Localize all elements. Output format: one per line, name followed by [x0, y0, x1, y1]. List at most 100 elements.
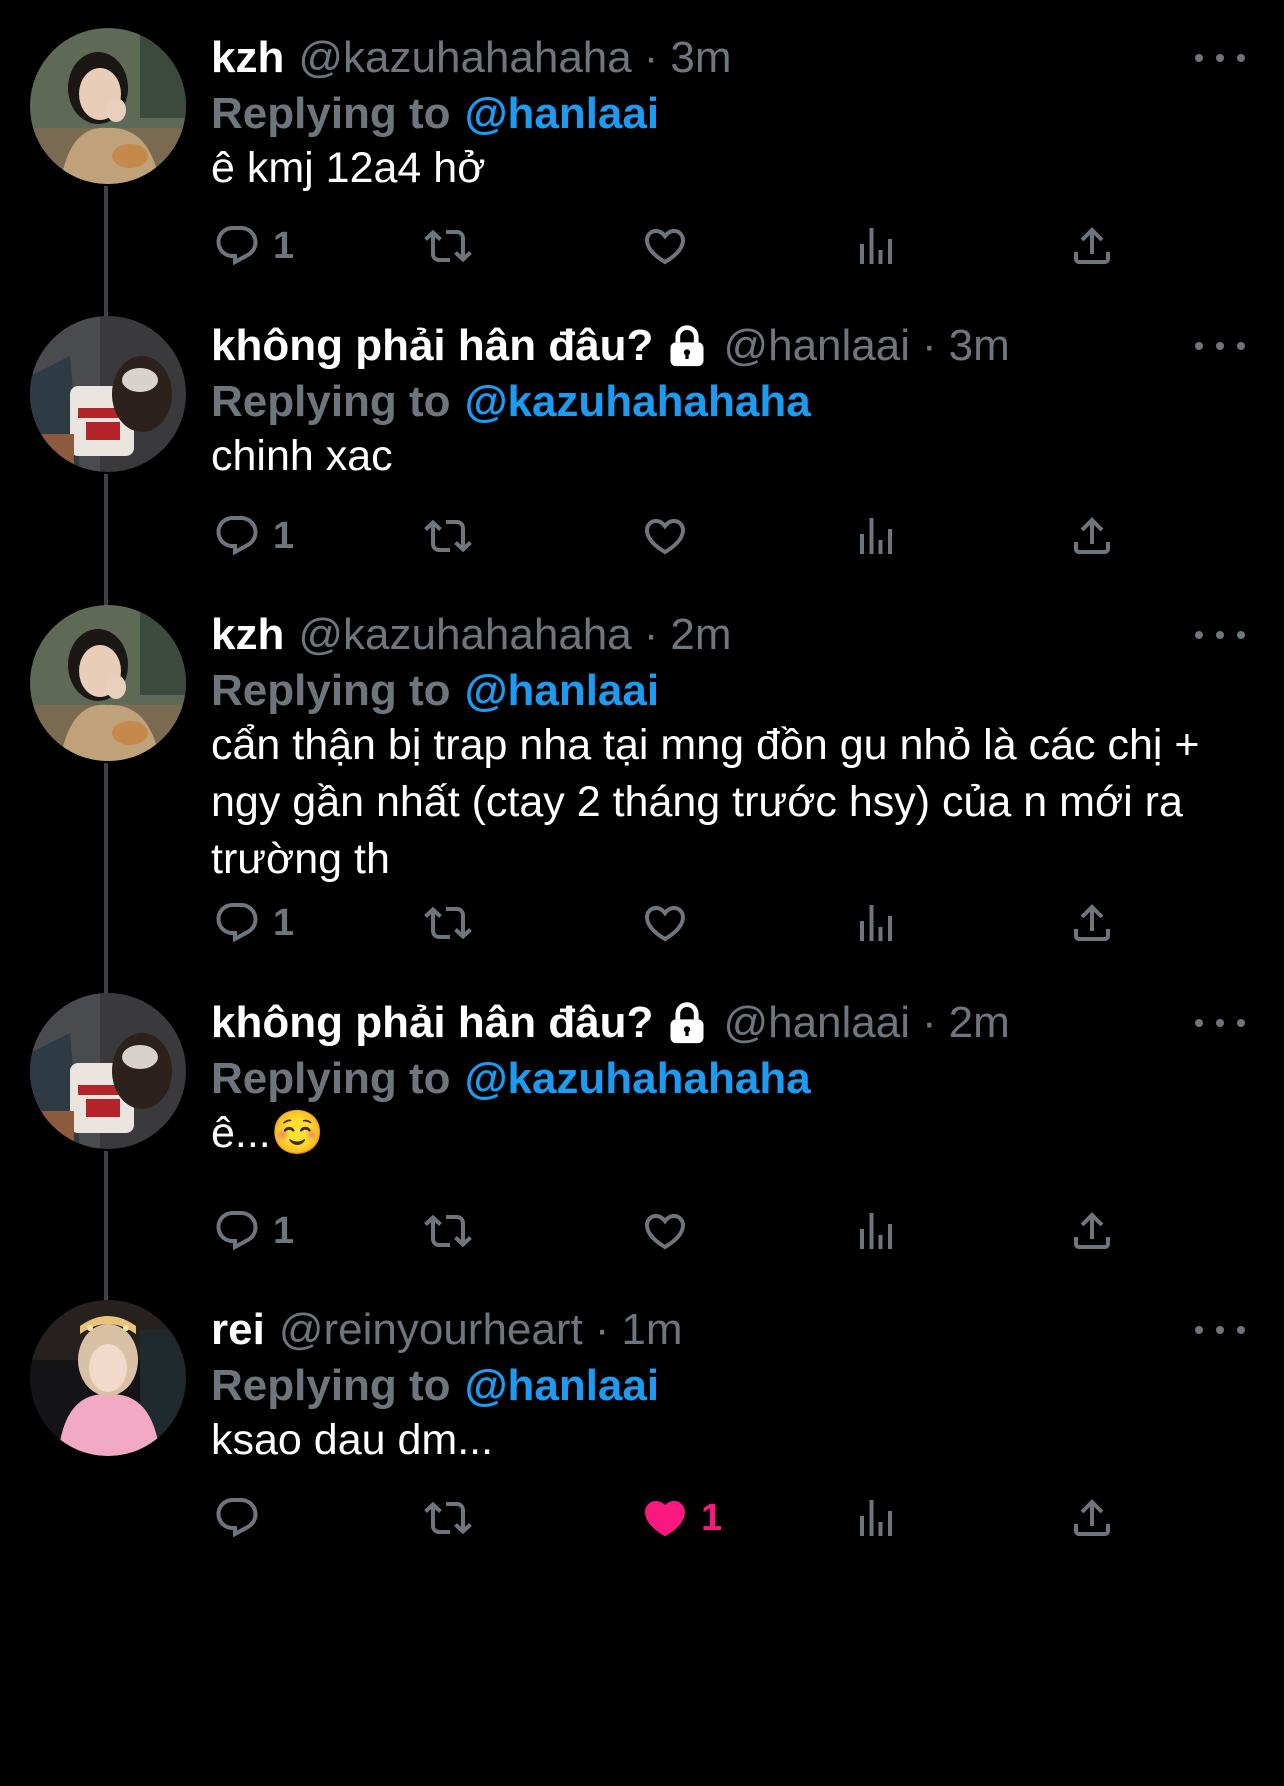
reply-count: 1 [273, 514, 295, 557]
replying-to-line: Replying to @kazuhahahaha [211, 372, 811, 432]
like-button[interactable] [641, 895, 701, 951]
share-button[interactable] [1068, 508, 1116, 564]
like-icon [641, 899, 689, 947]
share-icon [1068, 1494, 1116, 1542]
display-name[interactable]: rei [211, 1305, 265, 1355]
more-icon[interactable] [1195, 326, 1245, 366]
like-count: 1 [701, 1496, 723, 1539]
share-button[interactable] [1068, 218, 1116, 274]
thread-connector-line [104, 763, 108, 1022]
like-icon [641, 1207, 689, 1255]
views-icon [852, 222, 900, 270]
views-button[interactable] [852, 895, 900, 951]
views-icon [852, 1494, 900, 1542]
user-handle[interactable]: @reinyourheart [279, 1305, 583, 1355]
share-icon [1068, 222, 1116, 270]
display-name[interactable]: không phải hân đâu? [211, 998, 653, 1048]
retweet-icon [424, 1494, 472, 1542]
user-handle[interactable]: @hanlaai [723, 321, 910, 371]
reply-button[interactable] [213, 1490, 273, 1546]
avatar[interactable] [30, 316, 186, 472]
mention-link[interactable]: @kazuhahahaha [465, 1054, 811, 1104]
display-name[interactable]: kzh [211, 610, 284, 660]
like-icon [641, 512, 689, 560]
avatar[interactable] [30, 28, 186, 184]
views-icon [852, 512, 900, 560]
separator-dot: · [922, 321, 937, 370]
retweet-icon [424, 1207, 472, 1255]
replying-to-label: Replying to [211, 666, 451, 715]
reply-button[interactable]: 1 [213, 218, 294, 274]
tweet-header: kzh @kazuhahahaha · 2m [211, 605, 732, 665]
replying-to-label: Replying to [211, 1054, 451, 1103]
share-button[interactable] [1068, 895, 1116, 951]
share-button[interactable] [1068, 1203, 1116, 1259]
replying-to-line: Replying to @hanlaai [211, 1356, 659, 1416]
retweet-button[interactable] [424, 1490, 472, 1546]
lock-icon [665, 1001, 709, 1045]
more-icon[interactable] [1195, 615, 1245, 655]
action-bar: 1 [211, 508, 1171, 564]
views-button[interactable] [852, 218, 900, 274]
reply-button[interactable]: 1 [213, 895, 294, 951]
reply-button[interactable]: 1 [213, 508, 294, 564]
share-icon [1068, 1207, 1116, 1255]
replying-to-line: Replying to @hanlaai [211, 661, 659, 721]
lock-icon [665, 324, 709, 368]
reply-button[interactable]: 1 [213, 1203, 294, 1259]
share-icon [1068, 899, 1116, 947]
retweet-button[interactable] [424, 895, 472, 951]
like-button[interactable]: 1 [641, 1490, 722, 1546]
retweet-icon [424, 512, 472, 560]
timestamp[interactable]: 3m [670, 33, 731, 83]
reply-thread: kzh @kazuhahahaha · 3m Replying to @hanl… [0, 0, 1284, 1786]
replying-to-label: Replying to [211, 1361, 451, 1410]
reply-icon [213, 222, 261, 270]
avatar[interactable] [30, 993, 186, 1149]
user-handle[interactable]: @hanlaai [723, 998, 910, 1048]
share-button[interactable] [1068, 1490, 1116, 1546]
more-icon[interactable] [1195, 38, 1245, 78]
separator-dot: · [594, 1305, 610, 1354]
reply-count: 1 [273, 224, 295, 267]
views-button[interactable] [852, 508, 900, 564]
user-handle[interactable]: @kazuhahahaha [298, 610, 631, 660]
display-name[interactable]: không phải hân đâu? [211, 321, 653, 371]
reply-icon [213, 1494, 261, 1542]
replying-to-label: Replying to [211, 377, 451, 426]
tweet-text: chinh xac [211, 432, 393, 480]
replying-to-label: Replying to [211, 89, 451, 138]
reply-icon [213, 512, 261, 560]
timestamp[interactable]: 2m [949, 998, 1010, 1048]
action-bar: 1 [211, 895, 1171, 951]
action-bar: 1 [211, 1203, 1171, 1259]
avatar[interactable] [30, 1300, 186, 1456]
timestamp[interactable]: 3m [949, 321, 1010, 371]
views-button[interactable] [852, 1203, 900, 1259]
separator-dot: · [922, 998, 937, 1047]
more-icon[interactable] [1195, 1003, 1245, 1043]
timestamp[interactable]: 1m [621, 1305, 682, 1355]
timestamp[interactable]: 2m [670, 610, 731, 660]
display-name[interactable]: kzh [211, 33, 284, 83]
mention-link[interactable]: @hanlaai [465, 89, 660, 139]
reply-count: 1 [273, 1209, 295, 1252]
more-icon[interactable] [1195, 1310, 1245, 1350]
mention-link[interactable]: @hanlaai [465, 666, 660, 716]
views-button[interactable] [852, 1490, 900, 1546]
tweet-header: không phải hân đâu? @hanlaai · 3m [211, 316, 1010, 376]
retweet-button[interactable] [424, 508, 472, 564]
mention-link[interactable]: @hanlaai [465, 1361, 660, 1411]
retweet-button[interactable] [424, 1203, 472, 1259]
reply-icon [213, 1207, 261, 1255]
replying-to-line: Replying to @kazuhahahaha [211, 1049, 811, 1109]
tweet-header: kzh @kazuhahahaha · 3m [211, 28, 732, 88]
like-button[interactable] [641, 1203, 701, 1259]
like-button[interactable] [641, 508, 701, 564]
mention-link[interactable]: @kazuhahahaha [465, 377, 811, 427]
tweet-header: rei @reinyourheart · 1m [211, 1300, 683, 1360]
avatar[interactable] [30, 605, 186, 761]
user-handle[interactable]: @kazuhahahaha [298, 33, 631, 83]
like-button[interactable] [641, 218, 701, 274]
retweet-button[interactable] [424, 218, 472, 274]
